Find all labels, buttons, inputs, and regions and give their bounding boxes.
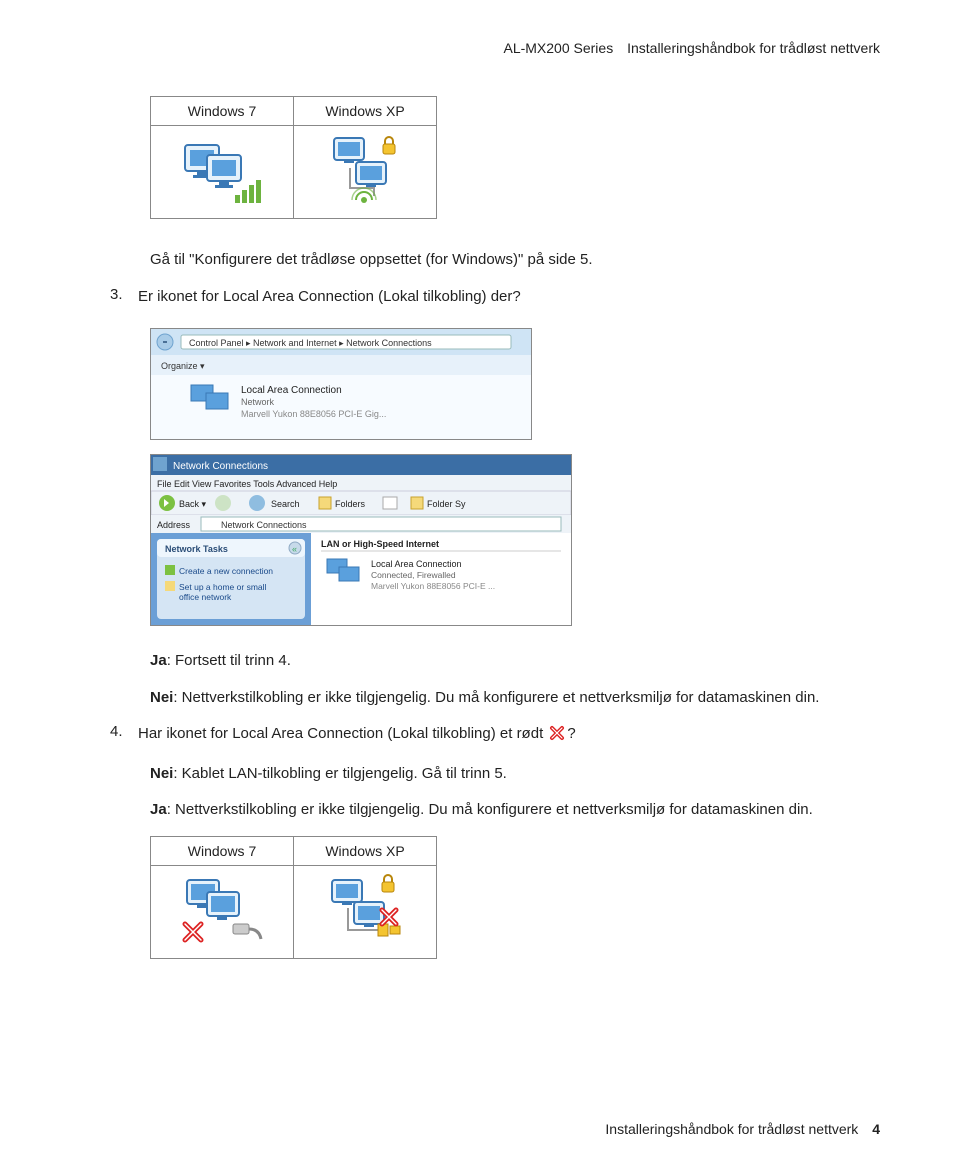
os-icon-table-1: Windows 7 Windows XP (150, 96, 437, 219)
step-text: Er ikonet for Local Area Connection (Lok… (138, 286, 521, 309)
footer-title: Installeringshåndbok for trådløst nettve… (605, 1121, 858, 1137)
ja2-line: Ja: Nettverkstilkobling er ikke tilgjeng… (150, 799, 880, 822)
win7-disabled-icon-cell (151, 865, 294, 958)
table-header: Windows 7 (151, 836, 294, 865)
svg-text:File Edit View Favorites: File Edit View Favorites Tools Advanced … (157, 479, 337, 489)
svg-text:Marvell Yukon 88E8056 PCI-E ..: Marvell Yukon 88E8056 PCI-E ... (371, 581, 495, 591)
monitors-wifi-icon (177, 137, 267, 207)
monitors-cable-x-icon (177, 874, 267, 950)
page-number: 4 (872, 1121, 880, 1137)
os-icon-table-2: Windows 7 Windows XP (150, 836, 437, 959)
step-4: 4. Har ikonet for Local Area Connection … (110, 723, 880, 749)
ja-line: Ja: Fortsett til trinn 4. (150, 650, 880, 673)
screenshot-group: Control Panel ▸ Network and Internet ▸ N… (150, 328, 880, 626)
nei-line: Nei: Nettverkstilkobling er ikke tilgjen… (150, 687, 880, 710)
series-label: AL-MX200 Series (503, 40, 613, 56)
svg-text:Control Panel ▸ Network and: Control Panel ▸ Network and Internet ▸ N… (189, 338, 432, 348)
svg-text:office network: office network (179, 592, 232, 602)
svg-text:Local Area Connection: Local Area Connection (371, 559, 462, 569)
winxp-disabled-icon-cell (294, 865, 437, 958)
win7-network-icon-cell (151, 126, 294, 219)
svg-text:Folder Sy: Folder Sy (427, 499, 466, 509)
winxp-network-icon-cell (294, 126, 437, 219)
nei2-line: Nei: Kablet LAN-tilkobling er tilgjengel… (150, 763, 880, 786)
page-footer: Installeringshåndbok for trådløst nettve… (605, 1121, 880, 1137)
svg-text:Marvell Yukon 88E8056 PCI-E Gi: Marvell Yukon 88E8056 PCI-E Gig... (241, 409, 386, 419)
svg-text:Address: Address (157, 520, 191, 530)
step-text: Har ikonet for Local Area Connection (Lo… (138, 723, 576, 749)
svg-text:Local Area Connection: Local Area Connection (241, 385, 342, 396)
goto-paragraph: Gå til "Konfigurere det trådløse oppsett… (150, 249, 880, 272)
monitors-lock-x-icon (320, 874, 410, 950)
winxp-network-connections-screenshot: Network Connections File Edit View Favor… (150, 454, 572, 626)
step-number: 3. (110, 286, 128, 309)
header-title: Installeringshåndbok for trådløst nettve… (627, 40, 880, 56)
svg-text:Folders: Folders (335, 499, 366, 509)
red-x-icon (549, 725, 565, 749)
monitors-lock-wifi-icon (320, 134, 410, 210)
svg-text:Search: Search (271, 499, 300, 509)
svg-text:Connected, Firewalled: Connected, Firewalled (371, 570, 456, 580)
step-3: 3. Er ikonet for Local Area Connection (… (110, 286, 880, 309)
svg-text:Network Tasks: Network Tasks (165, 544, 228, 554)
table-header: Windows XP (294, 97, 437, 126)
svg-text:Set up a home or small: Set up a home or small (179, 582, 267, 592)
step-number: 4. (110, 723, 128, 749)
table-header: Windows 7 (151, 97, 294, 126)
table-header: Windows XP (294, 836, 437, 865)
win7-network-connections-screenshot: Control Panel ▸ Network and Internet ▸ N… (150, 328, 532, 440)
svg-text:Network Connections: Network Connections (173, 461, 268, 472)
svg-text:LAN or High-Speed Internet: LAN or High-Speed Internet (321, 539, 439, 549)
page-header: AL-MX200 Series Installeringshåndbok for… (110, 40, 880, 56)
svg-text:Network: Network (241, 397, 275, 407)
svg-text:Create a new connection: Create a new connection (179, 566, 273, 576)
svg-text:Organize ▾: Organize ▾ (161, 361, 205, 371)
svg-text:Network Connections: Network Connections (221, 520, 307, 530)
svg-text:Back ▾: Back ▾ (179, 499, 207, 509)
svg-text:«: « (292, 544, 297, 554)
